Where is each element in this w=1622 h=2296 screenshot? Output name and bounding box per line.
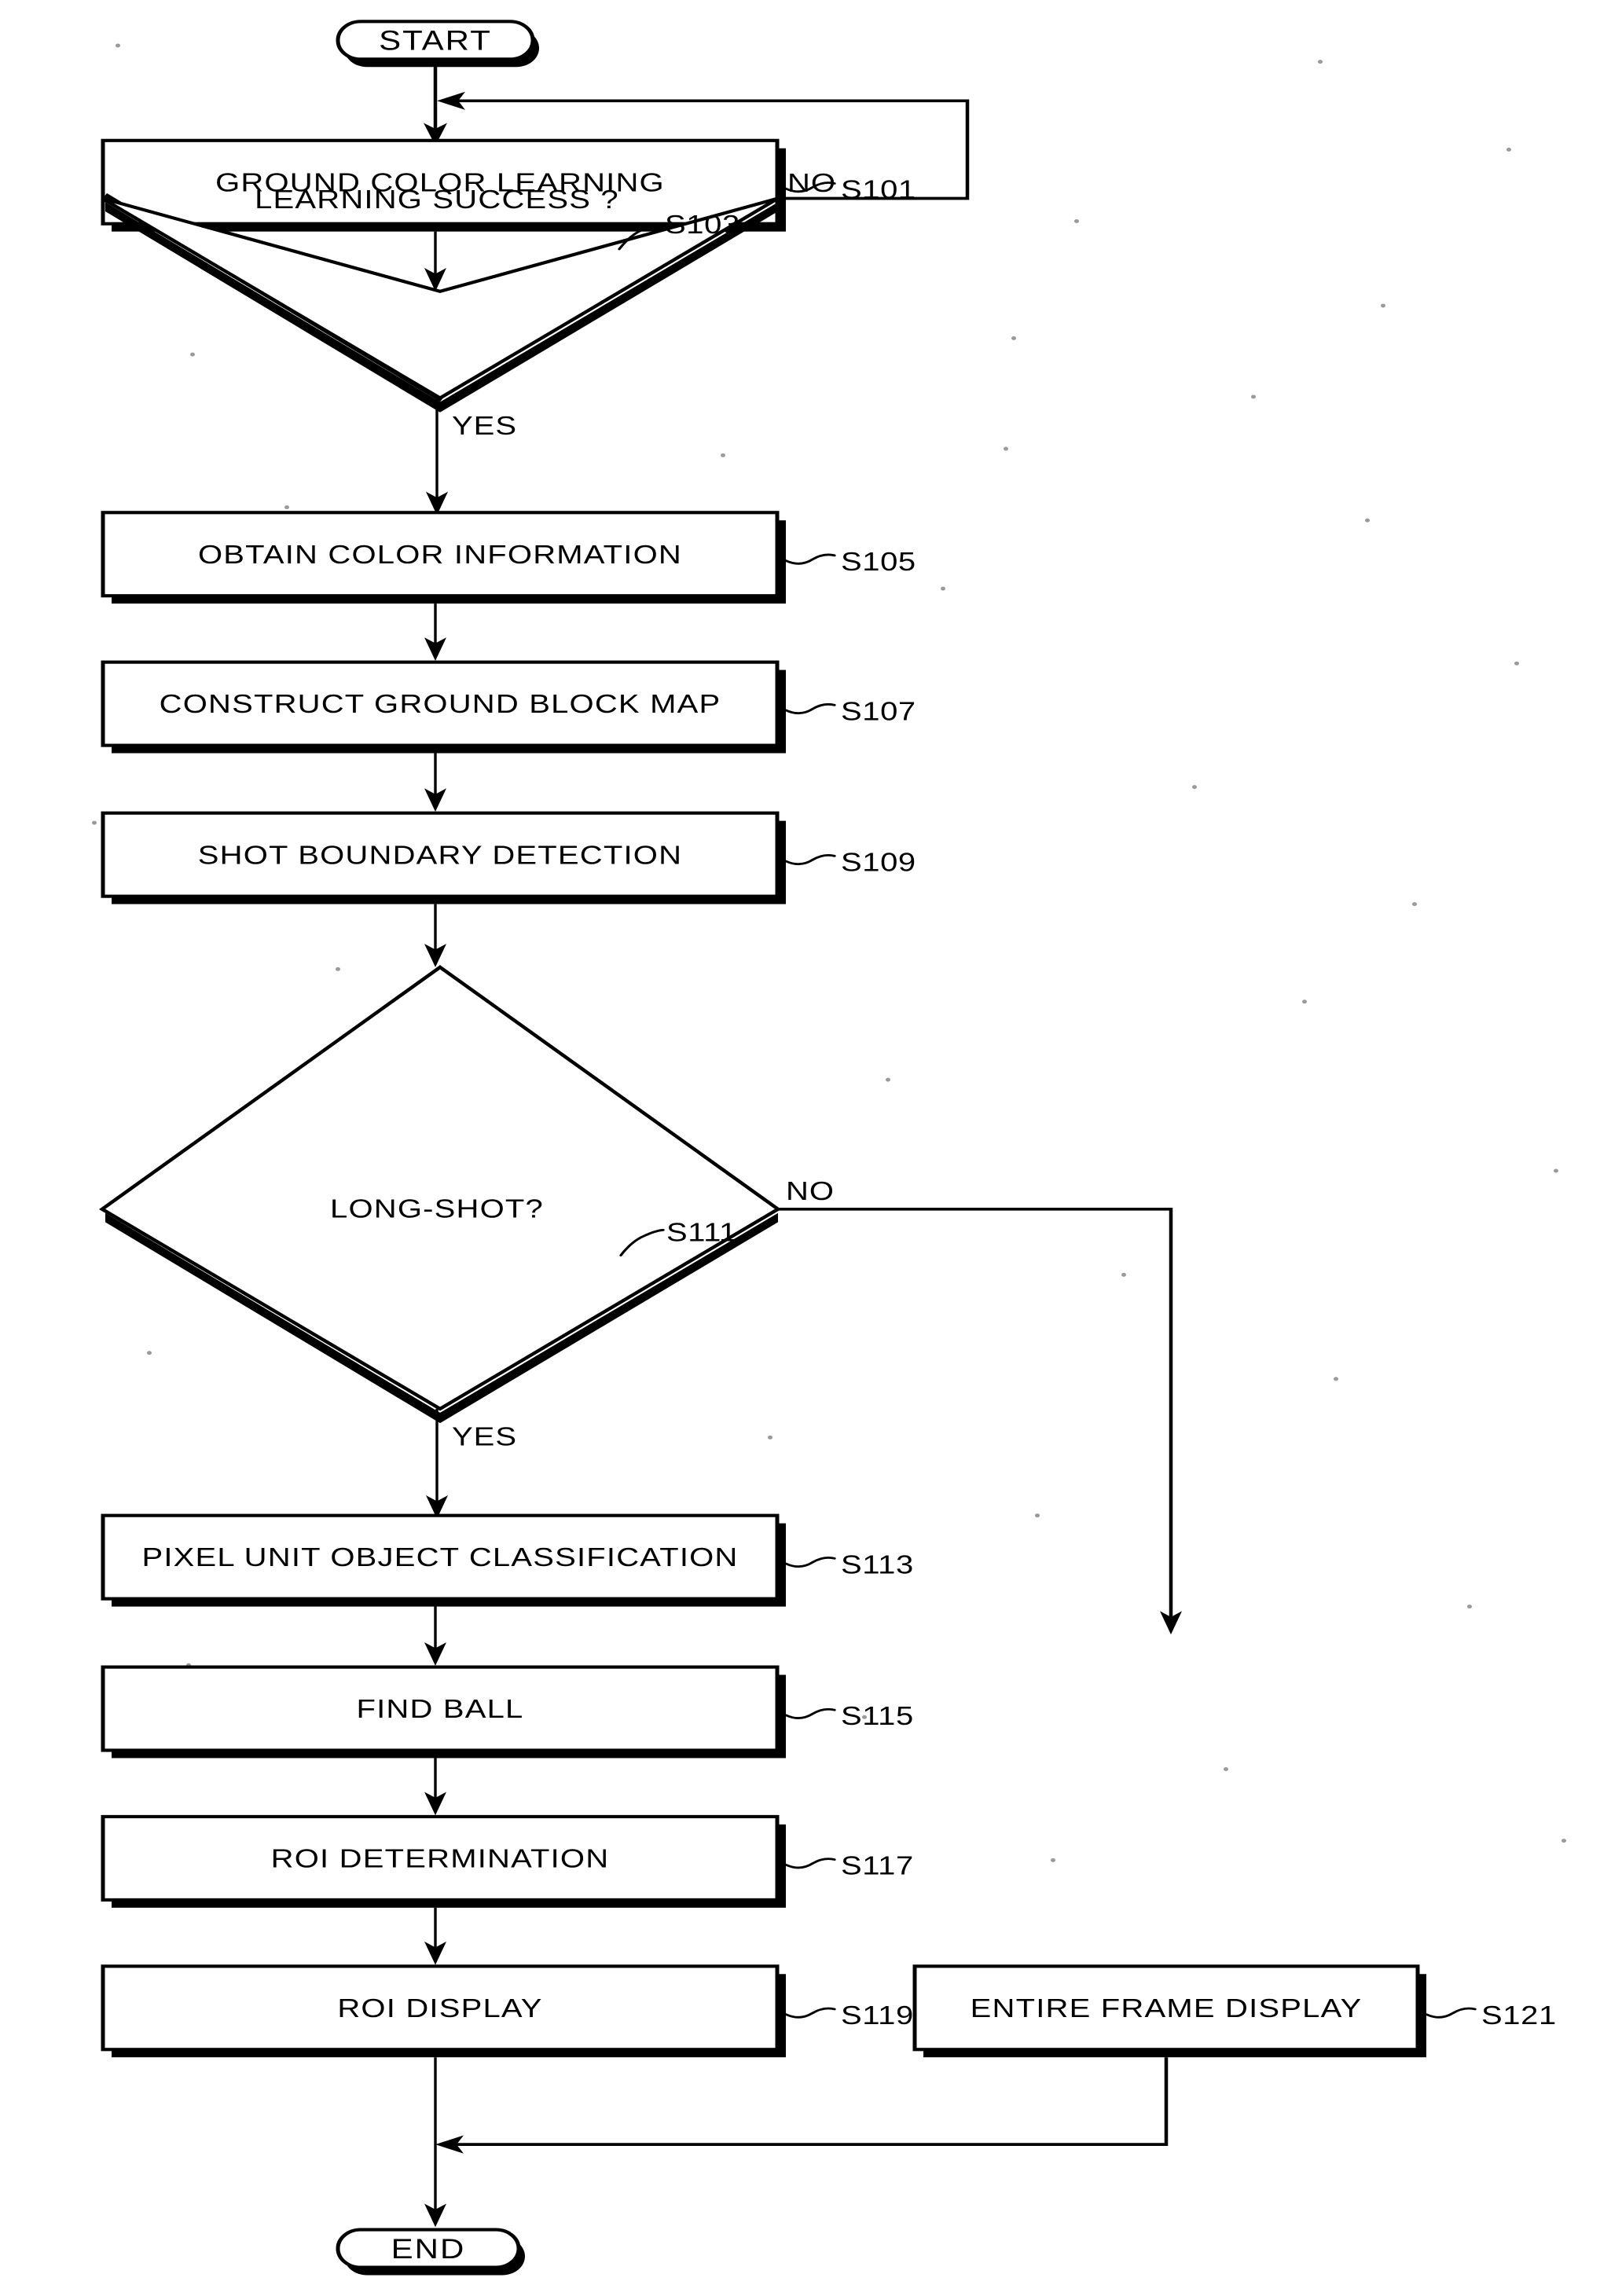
- start-label: START: [379, 26, 492, 57]
- step-id-s115: S115: [784, 1701, 914, 1730]
- decision-s111: LONG-SHOT?: [98, 965, 782, 1424]
- decision-s103-label: LEARNING SUCCESS ?: [255, 185, 619, 214]
- process-s119-label: ROI DISPLAY: [337, 1993, 542, 2023]
- branch-label-s111-yes: YES: [452, 1422, 517, 1451]
- step-id-s105-label: S105: [841, 547, 916, 576]
- step-id-s119: S119: [784, 2001, 914, 2030]
- flow-s121-merge: [435, 2057, 1169, 2154]
- flow-s113-to-s115: [424, 1606, 446, 1666]
- flow-s109-to-s111: [424, 904, 446, 967]
- step-id-s115-label: S115: [841, 1701, 914, 1730]
- branch-label-s103-yes: YES: [452, 411, 517, 440]
- flowchart-canvas: START GROUND COLOR LEARNING S101 LEARNIN…: [92, 20, 1566, 2276]
- terminator-start: START: [336, 20, 539, 68]
- flow-s105-to-s107: [424, 603, 446, 662]
- terminator-end: END: [336, 2228, 525, 2276]
- process-s121: ENTIRE FRAME DISPLAY: [912, 1964, 1426, 2058]
- process-s105-label: OBTAIN COLOR INFORMATION: [198, 540, 682, 569]
- process-s115-label: FIND BALL: [356, 1694, 523, 1723]
- step-id-s111-label: S111: [666, 1218, 737, 1247]
- flow-s101-to-s103: [424, 231, 446, 292]
- decision-s111-label: LONG-SHOT?: [330, 1194, 544, 1223]
- flow-s111-no: NO: [778, 1176, 1182, 1635]
- step-id-s121-label: S121: [1481, 2001, 1557, 2030]
- step-id-s109: S109: [784, 848, 916, 877]
- process-s105: OBTAIN COLOR INFORMATION: [101, 511, 786, 604]
- step-id-s109-label: S109: [841, 848, 916, 877]
- process-s107: CONSTRUCT GROUND BLOCK MAP: [101, 660, 786, 754]
- step-id-s107: S107: [784, 697, 916, 726]
- process-s119: ROI DISPLAY: [101, 1964, 786, 2058]
- branch-label-s111-no: NO: [786, 1176, 835, 1205]
- process-s117-label: ROI DETERMINATION: [271, 1844, 610, 1873]
- process-s113-label: PIXEL UNIT OBJECT CLASSIFICATION: [141, 1542, 738, 1572]
- process-s115: FIND BALL: [101, 1665, 786, 1759]
- step-id-s119-label: S119: [841, 2001, 914, 2030]
- process-s109-label: SHOT BOUNDARY DETECTION: [198, 841, 682, 870]
- step-id-s113-label: S113: [841, 1550, 914, 1579]
- end-label: END: [391, 2234, 466, 2265]
- flow-s111-yes: YES: [426, 1408, 517, 1519]
- process-s107-label: CONSTRUCT GROUND BLOCK MAP: [160, 689, 721, 718]
- process-s109: SHOT BOUNDARY DETECTION: [101, 811, 786, 904]
- flow-s115-to-s117: [424, 1758, 446, 1816]
- step-id-s105: S105: [784, 547, 916, 576]
- step-id-s107-label: S107: [841, 697, 916, 726]
- process-s113: PIXEL UNIT OBJECT CLASSIFICATION: [101, 1513, 786, 1607]
- process-s117: ROI DETERMINATION: [101, 1814, 786, 1908]
- flow-s103-yes: YES: [426, 398, 517, 515]
- step-id-s103-label: S103: [665, 210, 740, 239]
- branch-label-s103-no: NO: [787, 168, 836, 197]
- step-id-s117-label: S117: [841, 1851, 914, 1880]
- process-s121-label: ENTIRE FRAME DISPLAY: [971, 1993, 1363, 2023]
- flow-s117-to-s119: [424, 1907, 446, 1965]
- step-id-s121: S121: [1425, 2001, 1557, 2030]
- step-id-s113: S113: [784, 1550, 914, 1579]
- flow-s107-to-s109: [424, 753, 446, 812]
- step-id-s117: S117: [784, 1851, 914, 1880]
